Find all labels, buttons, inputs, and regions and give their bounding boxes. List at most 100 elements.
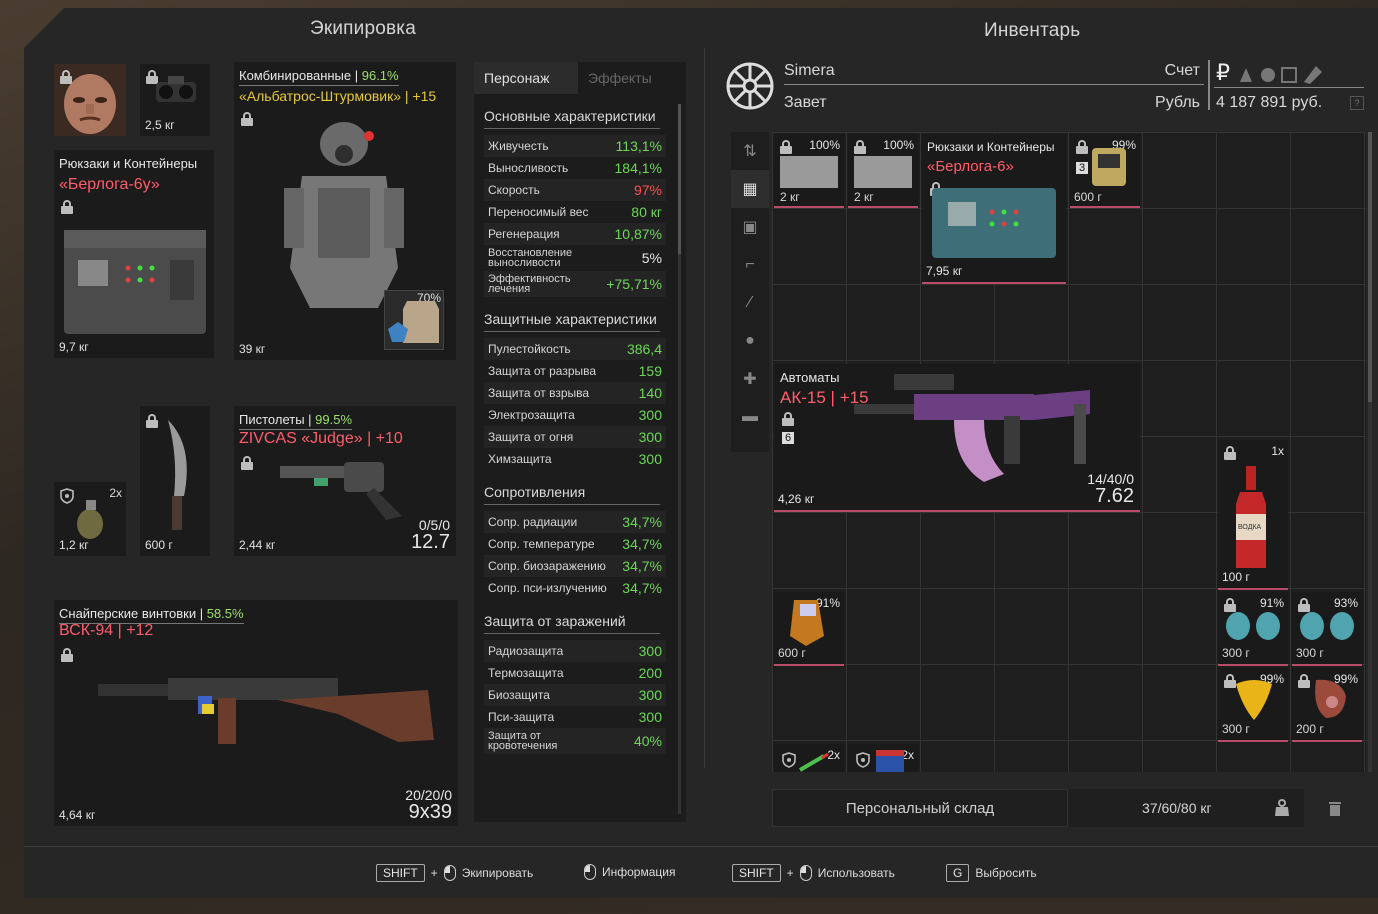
- tab-character[interactable]: Персонаж: [474, 62, 578, 94]
- stat-value: 300: [638, 709, 662, 725]
- stat-label: Живучесть: [488, 139, 549, 153]
- artifact-filter-icon[interactable]: ●: [731, 322, 769, 360]
- stat-group-rows: Радиозащита 300 Термозащита 200 Биозащита 300…: [474, 640, 686, 754]
- faction-emblem-icon: [726, 62, 774, 110]
- stat-groups: Основные характеристики Живучесть 113,1% Вы…: [474, 108, 686, 754]
- stat-value: 34,7%: [622, 558, 662, 574]
- weight-summary: 37/60/80 кг: [1142, 800, 1212, 816]
- stat-row: Сопр. пси-излучению 34,7%: [484, 577, 666, 599]
- inventory-item-container[interactable]: Рюкзаки и Контейнеры «Берлога-6» 7,95 кг: [922, 134, 1066, 284]
- sort-icon[interactable]: ⇅: [731, 132, 769, 170]
- hint-drop[interactable]: G Выбросить: [946, 864, 1037, 882]
- weight-label: 4,26 кг: [778, 492, 815, 506]
- currency-icons: ₽: [1214, 60, 1364, 88]
- weight-label: 4,64 кг: [59, 808, 96, 822]
- hint-use[interactable]: SHIFT + Использовать: [732, 864, 895, 882]
- equipment-slot-sniper[interactable]: Снайперские винтовки | 58.5% ВСК-94 | +1…: [54, 600, 458, 826]
- stat-value: 300: [638, 407, 662, 423]
- hint-equip[interactable]: SHIFT + Экипировать: [376, 864, 533, 882]
- stat-row: Скорость 97%: [484, 179, 666, 201]
- item-name: «Берлога-6»: [927, 158, 1014, 175]
- weight-label: 2,44 кг: [239, 538, 276, 552]
- misc-filter-icon[interactable]: ▬: [731, 398, 769, 436]
- equipment-slot-device[interactable]: 2,5 кг: [140, 64, 210, 136]
- sniper-rifle-icon: [98, 678, 434, 744]
- personal-storage-button[interactable]: Персональный склад: [772, 789, 1068, 827]
- inventory-item-artifact[interactable]: 91% 300 г: [1218, 592, 1288, 666]
- stat-group-title: Защитные характеристики: [484, 311, 660, 332]
- stat-value: 140: [638, 385, 662, 401]
- tab-effects[interactable]: Эффекты: [578, 62, 682, 94]
- ammo-caliber: 7.62: [1095, 485, 1134, 507]
- inventory-item-bottle[interactable]: 1x ВОДКА 100 г: [1218, 440, 1288, 590]
- stat-label: Сопр. пси-излучению: [488, 581, 607, 595]
- stat-value: 300: [638, 429, 662, 445]
- help-icon[interactable]: ?: [1350, 96, 1364, 110]
- stats-scrollbar[interactable]: [678, 104, 681, 814]
- equipment-slot-armor[interactable]: Комбинированные | 96.1% «Альбатрос-Штурм…: [234, 62, 456, 360]
- inventory-item[interactable]: 2x: [774, 744, 844, 772]
- stat-row: Термозащита 200: [484, 662, 666, 684]
- inventory-filter-sidebar: ⇅ ▦ ▣ ⌐ ∕ ● ✚ ▬: [731, 132, 769, 452]
- ruble-icon[interactable]: ₽: [1216, 60, 1230, 86]
- syringe-icon: [798, 752, 829, 772]
- equipment-slot-grenade[interactable]: 2x 1,2 кг: [54, 482, 126, 556]
- stat-value: 80 кг: [631, 204, 662, 220]
- all-items-grid-icon[interactable]: ▦: [731, 170, 769, 208]
- inventory-item-artifact[interactable]: 99% 300 г: [1218, 668, 1288, 742]
- stat-label: Эффективность лечения: [488, 273, 571, 295]
- stat-value: 386,4: [626, 341, 662, 357]
- character-portrait[interactable]: [54, 64, 126, 136]
- ammo-display: 0/5/0 12.7: [411, 518, 450, 552]
- artifact-icon: [1236, 680, 1272, 720]
- stat-row: Восстановление выносливости 5%: [484, 245, 666, 271]
- knife-filter-icon[interactable]: ∕: [731, 284, 769, 322]
- item-name: ВСК-94 | +12: [59, 622, 154, 639]
- ammo-count: 14/40/0: [1087, 471, 1134, 487]
- item-count: 2x: [109, 486, 122, 500]
- inventory-item-rifle[interactable]: Автоматы АК-15 | +15 6 14/40/0 7.62 4,26…: [774, 364, 1140, 512]
- stat-label: Сопр. радиации: [488, 515, 578, 529]
- inventory-grid[interactable]: 100% 2 кг 100% 2 кг Рюкзаки и Контейнеры…: [772, 132, 1366, 772]
- bottle-label: ВОДКА: [1238, 524, 1262, 531]
- stat-row: Биозащита 300: [484, 684, 666, 706]
- shield-icon: [856, 752, 870, 768]
- armor-filter-icon[interactable]: ▣: [731, 208, 769, 246]
- weight-label: 2 кг: [780, 190, 800, 204]
- inventory-item[interactable]: 91% 600 г: [774, 592, 844, 666]
- armor-plate-icon: [854, 156, 912, 188]
- stat-row: Выносливость 184,1%: [484, 157, 666, 179]
- weight-label: 100 г: [1222, 570, 1250, 584]
- stat-value: 300: [638, 643, 662, 659]
- stat-value: 34,7%: [622, 580, 662, 596]
- revolver-icon: [280, 462, 402, 520]
- stat-value: 97%: [633, 182, 662, 198]
- item-name: ZIVCAS «Judge» | +10: [239, 430, 403, 447]
- inventory-item-artifact[interactable]: 93% 300 г: [1292, 592, 1362, 666]
- other-currency-icons[interactable]: [1238, 64, 1328, 84]
- weapon-filter-icon[interactable]: ⌐: [731, 246, 769, 284]
- equipment-slot-backpack[interactable]: Рюкзаки и Контейнеры «Берлога-6у» 9,7 кг: [54, 150, 214, 358]
- armor-plate-slot[interactable]: 70%: [384, 290, 444, 350]
- inventory-scrollbar[interactable]: [1368, 132, 1372, 772]
- inventory-item[interactable]: 2x: [848, 744, 918, 772]
- inventory-item-artifact[interactable]: 99% 200 г: [1292, 668, 1362, 742]
- weight-label: 9,7 кг: [59, 340, 89, 354]
- inventory-item[interactable]: 99% 3 600 г: [1070, 134, 1140, 208]
- grenade-icon: [77, 500, 103, 539]
- inventory-item[interactable]: 100% 2 кг: [848, 134, 918, 208]
- equipment-slot-pistol[interactable]: Пистолеты | 99.5% ZIVCAS «Judge» | +10 0…: [234, 406, 456, 556]
- lock-icon: [241, 456, 253, 470]
- weight-label: 2,5 кг: [145, 118, 175, 132]
- equipment-title: Экипировка: [310, 18, 417, 39]
- shift-key: SHIFT: [376, 864, 425, 882]
- stat-value: 10,87%: [614, 226, 662, 242]
- medkit-filter-icon[interactable]: ✚: [731, 360, 769, 398]
- trash-button[interactable]: [1304, 789, 1366, 827]
- stat-label: Переносимый вес: [488, 205, 589, 219]
- stat-label: Выносливость: [488, 161, 569, 175]
- equipment-slot-knife[interactable]: 600 г: [140, 406, 210, 556]
- hint-info[interactable]: Информация: [584, 864, 675, 880]
- lock-icon: [780, 140, 792, 154]
- inventory-item[interactable]: 100% 2 кг: [774, 134, 844, 208]
